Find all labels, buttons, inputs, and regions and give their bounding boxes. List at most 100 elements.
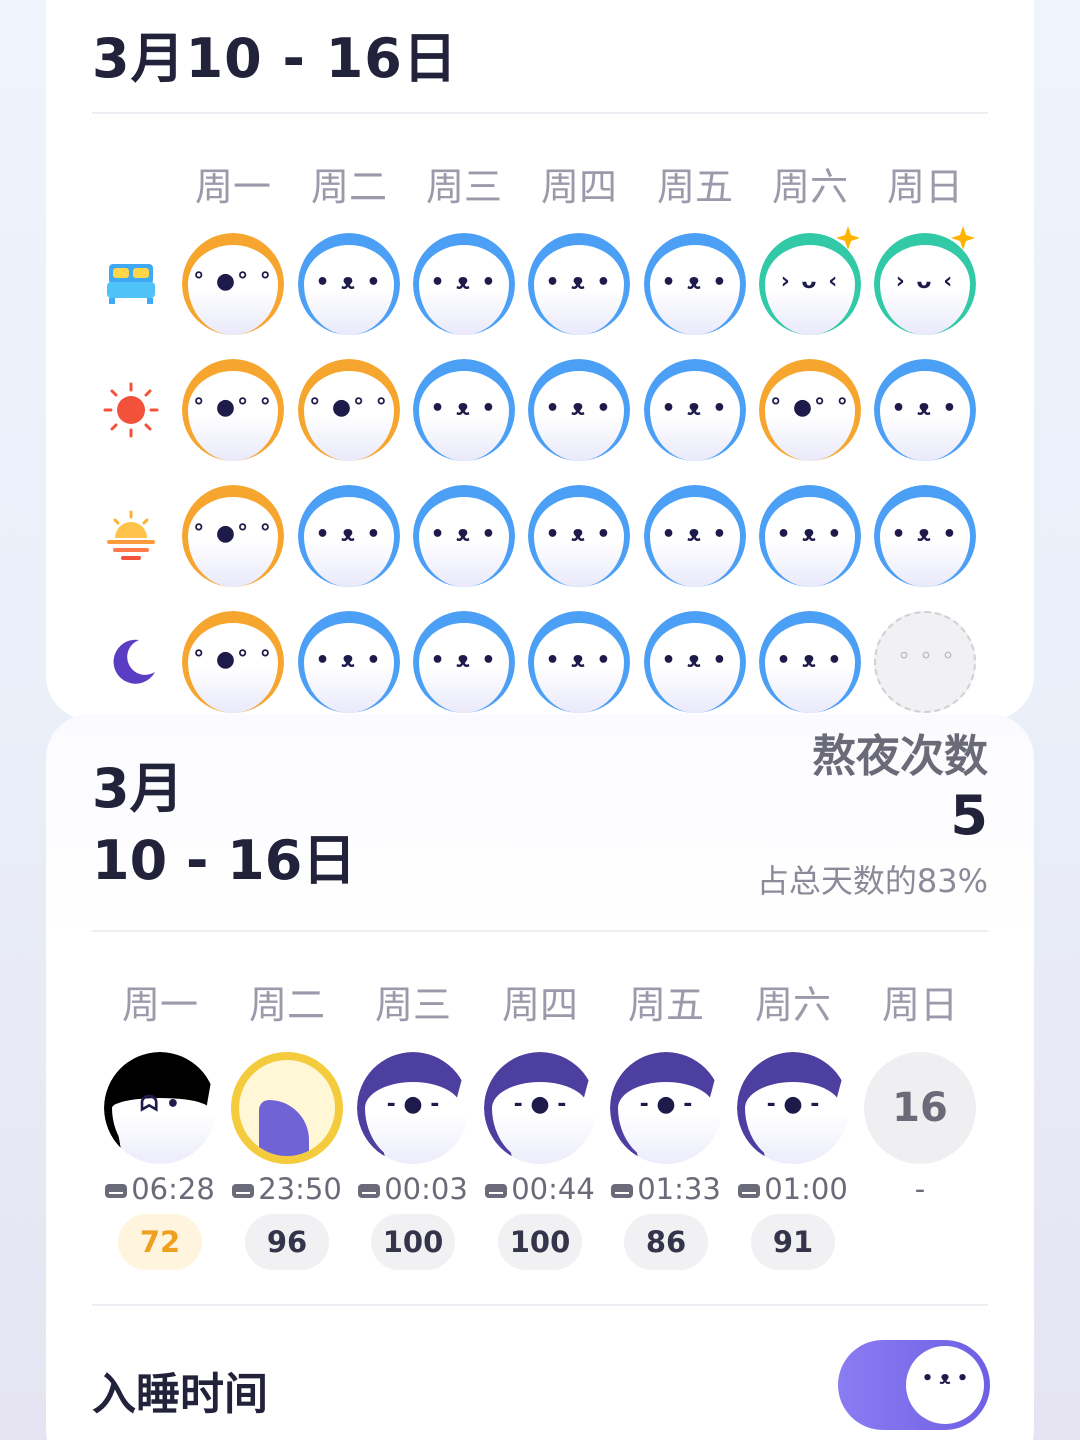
- day-header: 周二: [310, 165, 387, 209]
- face-icon: • ᴥ •: [661, 522, 729, 547]
- sun-icon: [101, 380, 161, 440]
- face-icon: - ● -: [639, 1092, 693, 1117]
- day-header: 周日: [881, 983, 958, 1027]
- day-mood-face[interactable]: • ᴥ •: [298, 233, 400, 335]
- day-header: 周日: [886, 165, 963, 209]
- face-icon: • ᴥ •: [545, 396, 613, 421]
- bed-icon: [611, 1184, 634, 1198]
- sleep-day-face[interactable]: - ● -: [357, 1052, 469, 1164]
- sleep-time-label: 入睡时间: [92, 1369, 268, 1420]
- face-icon: • ᴥ •: [315, 648, 383, 673]
- stay-up-count-title: 熬夜次数: [812, 731, 988, 782]
- bedtime-value: 01:33: [637, 1172, 721, 1206]
- face-icon: ° ●° °: [193, 269, 273, 294]
- face-icon: • ᴥ •: [661, 648, 729, 673]
- bedtime-label: 00:44: [477, 1172, 603, 1206]
- day-mood-face[interactable]: • ᴥ •: [298, 485, 400, 587]
- day-mood-face[interactable]: • ᴥ •: [528, 359, 630, 461]
- day-mood-face[interactable]: • ᴥ •: [644, 233, 746, 335]
- day-mood-face[interactable]: • ᴥ •: [759, 485, 861, 587]
- bedtime-value: -: [914, 1172, 926, 1206]
- day-header: 周五: [627, 983, 704, 1027]
- day-header: 周五: [656, 165, 733, 209]
- face-icon: - ● -: [766, 1092, 820, 1117]
- sleep-day-face[interactable]: - ● -: [610, 1052, 722, 1164]
- sleep-day-face[interactable]: - ● -: [737, 1052, 849, 1164]
- sleep-score: 96: [245, 1214, 329, 1270]
- bedtime-label: 01:00: [730, 1172, 856, 1206]
- bedtime-label: 23:50: [224, 1172, 350, 1206]
- sleep-day-face[interactable]: [231, 1052, 343, 1164]
- face-icon: • ᴥ •: [921, 1368, 969, 1389]
- day-mood-face[interactable]: • ᴥ •: [413, 359, 515, 461]
- sleep-time-toggle[interactable]: • ᴥ •: [838, 1340, 990, 1430]
- day-mood-face[interactable]: ° ●° °: [298, 359, 400, 461]
- sleep-score: 100: [498, 1214, 582, 1270]
- divider: [92, 112, 988, 114]
- sleep-day-face[interactable]: 16: [864, 1052, 976, 1164]
- face-icon: • ᴥ •: [430, 270, 498, 295]
- bed-icon: [232, 1184, 255, 1198]
- sleep-day-face[interactable]: ᗣ •: [104, 1052, 216, 1164]
- face-icon: • ᴥ •: [776, 522, 844, 547]
- face-icon: • ᴥ •: [661, 396, 729, 421]
- face-icon: • ᴥ •: [776, 648, 844, 673]
- face-icon: • ᴥ •: [545, 522, 613, 547]
- day-number: 16: [892, 1085, 948, 1131]
- divider: [92, 1304, 988, 1306]
- face-icon: ° ●° °: [770, 395, 850, 420]
- day-mood-face[interactable]: ° ●° °: [182, 611, 284, 713]
- day-mood-face[interactable]: • ᴥ •: [874, 359, 976, 461]
- day-mood-face[interactable]: • ᴥ •: [413, 233, 515, 335]
- day-mood-face[interactable]: • ᴥ •: [644, 485, 746, 587]
- day-mood-face[interactable]: • ᴥ •: [528, 233, 630, 335]
- bedtime-label: 01:33: [603, 1172, 729, 1206]
- day-mood-face[interactable]: • ᴥ •: [413, 611, 515, 713]
- face-icon: ° ° °: [898, 649, 956, 674]
- face-icon: • ᴥ •: [891, 522, 959, 547]
- day-mood-face[interactable]: ° ●° °: [182, 233, 284, 335]
- day-header: 周三: [374, 983, 451, 1027]
- face-icon: ° ●° °: [309, 395, 389, 420]
- day-header: 周一: [121, 983, 198, 1027]
- sleep-day-face[interactable]: - ● -: [484, 1052, 596, 1164]
- day-mood-face[interactable]: • ᴥ •: [874, 485, 976, 587]
- face-icon: ᗣ •: [140, 1092, 180, 1117]
- face-icon: › ᴗ ‹: [780, 269, 840, 294]
- day-mood-face[interactable]: ° ●° °: [182, 359, 284, 461]
- day-mood-face[interactable]: ° ●° °: [759, 359, 861, 461]
- day-header: 周一: [194, 165, 271, 209]
- sparkle-icon: [951, 226, 975, 250]
- bedtime-label: -: [857, 1172, 983, 1206]
- stay-up-count-value: 5: [950, 784, 988, 847]
- sleep-score: 91: [751, 1214, 835, 1270]
- week-title: 3月10 - 16日: [92, 27, 458, 90]
- day-mood-face[interactable]: • ᴥ •: [644, 359, 746, 461]
- bedtime-value: 00:44: [511, 1172, 595, 1206]
- day-mood-face[interactable]: ° ●° °: [182, 485, 284, 587]
- sleep-score: 100: [371, 1214, 455, 1270]
- sparkle-icon: [836, 226, 860, 250]
- day-mood-face[interactable]: • ᴥ •: [759, 611, 861, 713]
- bed-icon: [101, 254, 161, 314]
- day-mood-face[interactable]: • ᴥ •: [528, 485, 630, 587]
- day-header: 周六: [771, 165, 848, 209]
- day-header: 周四: [501, 983, 578, 1027]
- face-icon: • ᴥ •: [315, 522, 383, 547]
- day-mood-face[interactable]: • ᴥ •: [644, 611, 746, 713]
- face-icon: • ᴥ •: [430, 648, 498, 673]
- bed-icon: [105, 1184, 128, 1198]
- face-icon: • ᴥ •: [661, 270, 729, 295]
- moon-icon: [101, 632, 161, 692]
- face-icon: › ᴗ ‹: [895, 269, 955, 294]
- bedtime-value: 23:50: [258, 1172, 342, 1206]
- divider: [92, 930, 988, 932]
- face-icon: ° ●° °: [193, 521, 273, 546]
- day-mood-face[interactable]: • ᴥ •: [528, 611, 630, 713]
- stay-up-percentage: 占总天数的83%: [756, 862, 988, 900]
- face-icon: - ● -: [386, 1092, 440, 1117]
- day-mood-face[interactable]: ° ° °: [874, 611, 976, 713]
- day-mood-face[interactable]: • ᴥ •: [298, 611, 400, 713]
- bedtime-label: 00:03: [350, 1172, 476, 1206]
- day-mood-face[interactable]: • ᴥ •: [413, 485, 515, 587]
